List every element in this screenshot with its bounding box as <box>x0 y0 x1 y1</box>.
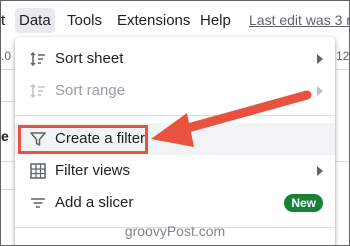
screenshot-frame: t Data Tools Extensions Help Last edit w… <box>0 0 350 246</box>
annotation-arrow-icon <box>151 90 312 147</box>
watermark: groovyPost.com <box>124 223 226 239</box>
